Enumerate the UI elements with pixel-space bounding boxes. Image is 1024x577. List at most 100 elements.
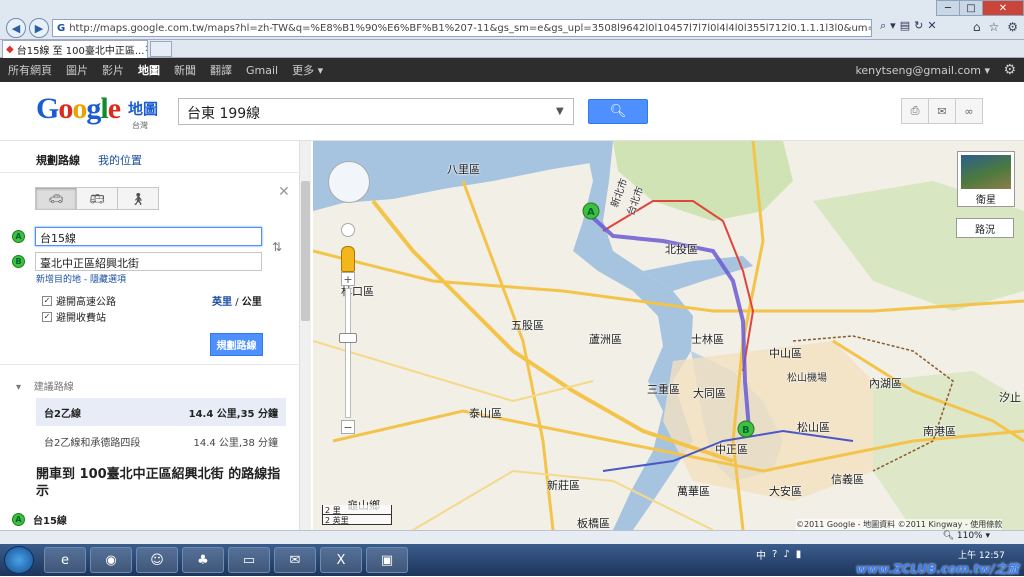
route-option[interactable]: 台2乙線和承德路四段 14.4 公里,38 分鐘 (36, 428, 286, 454)
gbar-more[interactable]: 更多 ▾ (292, 62, 323, 78)
units-selector: 英里 / 公里 (212, 297, 262, 308)
add-destination-link[interactable]: 新增目的地 - 隱藏選項 (36, 272, 126, 285)
gbar-videos[interactable]: 影片 (102, 62, 124, 78)
tray-lang[interactable]: 中 (756, 547, 766, 562)
system-tray: 中 ? ♪ ▮ (756, 547, 801, 562)
print-icon[interactable]: ⎙ (901, 98, 929, 124)
search-dropdown-icon[interactable]: ▼ (556, 106, 564, 117)
get-directions-button[interactable]: 規劃路線 (210, 333, 263, 356)
tab-my-location[interactable]: 我的位置 (98, 152, 142, 168)
ie-taskbar-icon[interactable]: e (44, 547, 86, 573)
google-logo[interactable]: Google (36, 92, 121, 126)
app-taskbar-icon[interactable]: ☺ (136, 547, 178, 573)
tab-directions[interactable]: 規劃路線 (36, 152, 80, 168)
dropdown-icon[interactable]: ▾ (890, 19, 896, 33)
gbar-web[interactable]: 所有網頁 (8, 62, 52, 78)
messenger-taskbar-icon[interactable]: ♣ (182, 547, 224, 573)
zoom-slider-thumb[interactable] (339, 333, 357, 343)
google-favicon-icon: G (57, 22, 66, 34)
map-label: 士林區 (691, 333, 724, 346)
direction-step[interactable]: A 台15線 (12, 512, 67, 527)
walk-mode-icon[interactable]: 🚶︎ (117, 187, 159, 210)
start-input[interactable]: 台15線 (35, 227, 262, 246)
refresh-icon[interactable]: ↻ (914, 19, 923, 33)
car-mode-icon[interactable]: 🚗︎ (35, 187, 77, 210)
traffic-toggle[interactable]: 路況 (956, 218, 1014, 238)
user-account[interactable]: kenytseng@gmail.com ▾ (855, 64, 990, 77)
destination-input[interactable]: 臺北中正區紹興北街 (35, 252, 262, 271)
map-label: 蘆洲區 (589, 333, 622, 346)
units-km[interactable]: 公里 (242, 297, 262, 308)
route-start-marker[interactable]: A (582, 202, 600, 220)
new-tab-button[interactable] (150, 41, 172, 57)
media-taskbar-icon[interactable]: ◉ (90, 547, 132, 573)
excel-taskbar-icon[interactable]: X (320, 547, 362, 573)
minimize-button[interactable]: ─ (936, 0, 960, 16)
route-option[interactable]: 台2乙線 14.4 公里,35 分鐘 (36, 398, 286, 426)
close-tab-icon[interactable]: ✕ (144, 44, 147, 55)
zoom-in-button[interactable]: + (341, 272, 355, 286)
gbar-news[interactable]: 新聞 (174, 62, 196, 78)
network-icon[interactable]: ▮ (796, 549, 802, 560)
help-icon[interactable]: ? (772, 549, 777, 560)
tools-gear-icon[interactable]: ⚙ (1007, 20, 1018, 34)
email-icon[interactable]: ✉ (928, 98, 956, 124)
scrollbar-thumb[interactable] (301, 181, 310, 321)
pan-control[interactable] (328, 161, 370, 203)
gbar-images[interactable]: 圖片 (66, 62, 88, 78)
satellite-toggle[interactable]: 衛星 (957, 151, 1015, 207)
panel-divider (0, 172, 298, 173)
mail-taskbar-icon[interactable]: ✉ (274, 547, 316, 573)
avoid-toll-option[interactable]: ✓ 避開收費站 (42, 309, 106, 324)
search-input[interactable]: 台東 199線 (178, 98, 574, 125)
maximize-button[interactable]: □ (959, 0, 983, 16)
map-label: 北投區 (665, 243, 698, 256)
map-label: 大同區 (693, 387, 726, 400)
swap-icon[interactable]: ⇅ (272, 240, 282, 254)
picture-taskbar-icon[interactable]: ▣ (366, 547, 408, 573)
map-label: 中正區 (715, 443, 748, 456)
explorer-taskbar-icon[interactable]: ▭ (228, 547, 270, 573)
gbar-gmail[interactable]: Gmail (246, 64, 278, 77)
pegman-icon[interactable] (341, 246, 355, 272)
streetview-icon[interactable] (341, 223, 355, 237)
checkbox-icon[interactable]: ✓ (42, 295, 52, 306)
address-bar-actions: ⌕ ▾ ▤ ↻ ✕ (880, 19, 937, 33)
close-panel-icon[interactable]: ✕ (278, 184, 290, 200)
route-end-marker[interactable]: B (737, 420, 755, 438)
panel-scrollbar[interactable] (299, 141, 311, 530)
zoom-out-button[interactable]: − (341, 420, 355, 434)
zoom-level-indicator[interactable]: 🔍︎ 110% ▾ (943, 531, 990, 541)
volume-icon[interactable]: ♪ (783, 549, 789, 560)
back-icon[interactable]: ◀ (6, 18, 26, 38)
map-label: 松山區 (797, 421, 830, 434)
map-label: 板橋區 (577, 517, 610, 530)
forward-icon[interactable]: ▶ (29, 18, 49, 38)
home-icon[interactable]: ⌂ (973, 20, 981, 34)
gbar-translate[interactable]: 翻譯 (210, 62, 232, 78)
favorites-star-icon[interactable]: ☆ (988, 20, 999, 34)
compat-view-icon[interactable]: ▤ (900, 19, 910, 33)
zoom-slider-track[interactable] (345, 288, 351, 418)
stop-icon[interactable]: ✕ (927, 19, 936, 33)
search-icon[interactable]: ⌕ (880, 19, 886, 33)
map-label: 新莊區 (547, 479, 580, 492)
browser-tab[interactable]: ◆ 台15線 至 100臺北中正區... ✕ (2, 40, 148, 58)
avoid-highway-option[interactable]: ✓ 避開高速公路 (42, 293, 116, 308)
marker-b-icon: B (12, 255, 25, 268)
map-copyright: ©2011 Google - 地圖資料 ©2011 Kingway - 使用條款 (796, 519, 1003, 530)
settings-gear-icon[interactable]: ⚙ (1003, 62, 1016, 78)
map-label: 松山機場 (787, 373, 827, 384)
start-button[interactable] (4, 546, 34, 574)
close-window-button[interactable]: ✕ (982, 0, 1024, 16)
map-drawing: A B (313, 141, 1024, 530)
link-icon[interactable]: ∞ (955, 98, 983, 124)
map-canvas[interactable]: A B 八里區 新北市 台北市 北投區 蘆洲區 五股區 士林區 中山區 松山機場… (313, 141, 1024, 530)
checkbox-icon[interactable]: ✓ (42, 311, 52, 322)
search-button[interactable]: 🔍︎ (588, 99, 648, 124)
gbar-maps[interactable]: 地圖 (138, 62, 160, 78)
units-mile[interactable]: 英里 (212, 297, 232, 308)
transit-mode-icon[interactable]: 🚌︎ (76, 187, 118, 210)
suggested-routes-header[interactable]: ▾ 建議路線 (16, 378, 74, 393)
address-bar[interactable]: G http://maps.google.com.tw/maps?hl=zh-T… (52, 19, 872, 37)
